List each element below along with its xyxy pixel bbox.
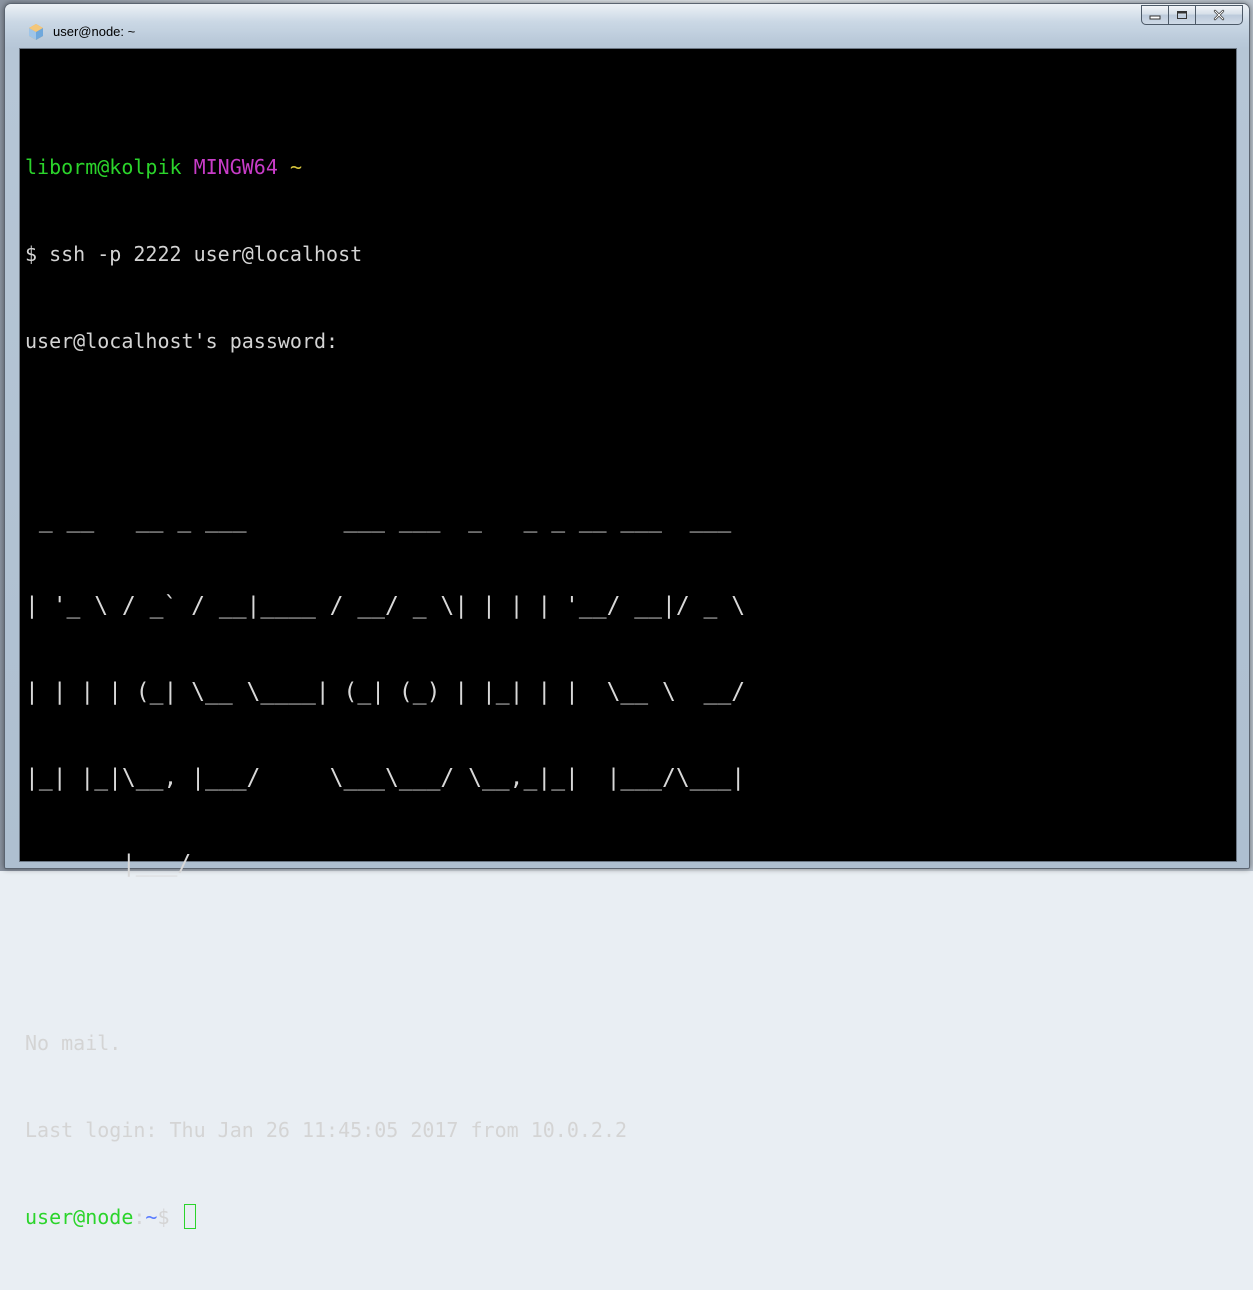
ssh-command-line: $ ssh -p 2222 user@localhost	[25, 242, 363, 266]
local-prompt-line: liborm@kolpik MINGW64 ~	[25, 153, 1236, 182]
remote-path: ~	[145, 1205, 158, 1229]
ascii-art-line: _ __ __ _ ___ ___ ___ _ _ _ __ ___ ___	[25, 507, 746, 533]
last-login-line: Last login: Thu Jan 26 11:45:05 2017 fro…	[25, 1118, 628, 1142]
local-user-host: liborm@kolpik	[25, 155, 182, 179]
close-icon	[1213, 9, 1225, 21]
terminal-output[interactable]: liborm@kolpik MINGW64 ~ $ ssh -p 2222 us…	[19, 48, 1237, 1229]
remote-prompt-line: user@node:~$	[25, 1203, 1236, 1232]
local-system-name: MINGW64	[193, 155, 278, 179]
prompt-separator: :	[133, 1205, 146, 1229]
prompt-symbol: $	[157, 1205, 182, 1229]
no-mail-line: No mail.	[25, 1031, 122, 1055]
git-bash-icon	[27, 23, 45, 41]
maximize-icon	[1177, 11, 1187, 19]
ascii-art-line: | | | | (_| \__ \____| (_| (_) | |_| | |…	[25, 679, 746, 705]
minimize-button[interactable]	[1141, 5, 1169, 25]
terminal-cursor[interactable]	[183, 1204, 196, 1229]
password-prompt-line: user@localhost's password:	[25, 329, 339, 353]
remote-user-host: user@node	[25, 1205, 134, 1229]
ascii-art-banner: _ __ __ _ ___ ___ ___ _ _ _ __ ___ ___ |…	[25, 448, 1236, 936]
ascii-art-line: | '_ \ / _` / __|____ / __/ _ \| | | | '…	[25, 593, 746, 619]
ascii-art-line: |_| |_|\__, |___/ \___\___/ \__,_|_| |__…	[25, 765, 746, 791]
title-bar[interactable]: user@node: ~	[5, 4, 1249, 48]
close-button[interactable]	[1195, 5, 1243, 25]
minimize-icon	[1149, 15, 1161, 20]
window-controls	[1141, 5, 1243, 25]
maximize-button[interactable]	[1168, 5, 1196, 25]
local-path: ~	[289, 155, 302, 179]
ascii-art-line: |___/	[25, 851, 746, 877]
terminal-window: user@node: ~ liborm@kolpik MINGW64 ~ $ s…	[4, 3, 1250, 1229]
window-title: user@node: ~	[53, 24, 136, 39]
